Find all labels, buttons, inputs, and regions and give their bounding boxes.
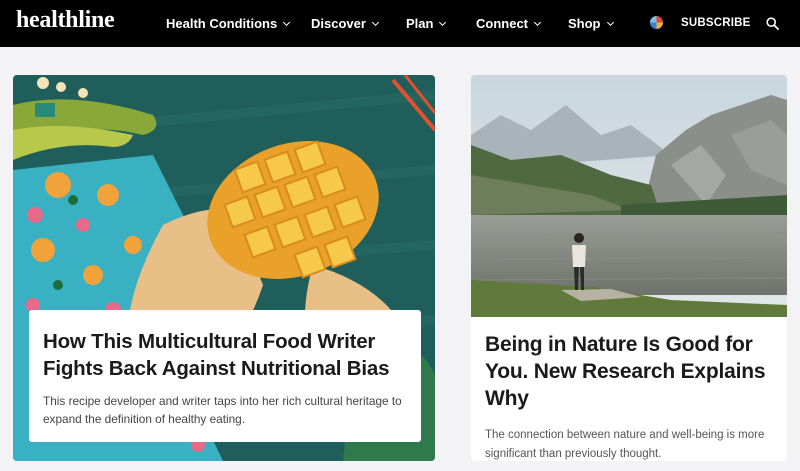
nav-shop[interactable]: Shop (568, 16, 614, 31)
nav-label: Shop (568, 16, 601, 31)
top-nav: healthline Health Conditions Discover Pl… (0, 0, 800, 47)
site-logo[interactable]: healthline (16, 7, 115, 34)
chevron-down-icon (371, 18, 379, 26)
article-card[interactable]: Being in Nature Is Good for You. New Res… (471, 75, 787, 461)
article-text-box: How This Multicultural Food Writer Fight… (29, 310, 421, 442)
nav-health-conditions[interactable]: Health Conditions (166, 16, 291, 31)
featured-article-card[interactable]: How This Multicultural Food Writer Fight… (13, 75, 435, 461)
nav-label: Plan (406, 16, 434, 31)
avatar[interactable] (650, 16, 663, 29)
nav-label: Connect (476, 16, 528, 31)
nav-discover[interactable]: Discover (311, 16, 379, 31)
article-title[interactable]: Being in Nature Is Good for You. New Res… (485, 331, 777, 412)
search-icon[interactable] (766, 17, 779, 30)
nav-connect[interactable]: Connect (476, 16, 542, 31)
nav-plan[interactable]: Plan (406, 16, 447, 31)
article-photo (471, 75, 787, 317)
nav-label: Discover (311, 16, 366, 31)
nav-label: Health Conditions (166, 16, 278, 31)
chevron-down-icon (606, 18, 614, 26)
article-title[interactable]: How This Multicultural Food Writer Fight… (43, 328, 407, 382)
chevron-down-icon (439, 18, 447, 26)
article-text: Being in Nature Is Good for You. New Res… (485, 331, 777, 461)
subscribe-button[interactable]: SUBSCRIBE (681, 17, 751, 29)
chevron-down-icon (533, 18, 542, 26)
article-description: The connection between nature and well-b… (485, 429, 765, 460)
chevron-down-icon (283, 18, 291, 26)
article-description: This recipe developer and writer taps in… (43, 394, 402, 426)
